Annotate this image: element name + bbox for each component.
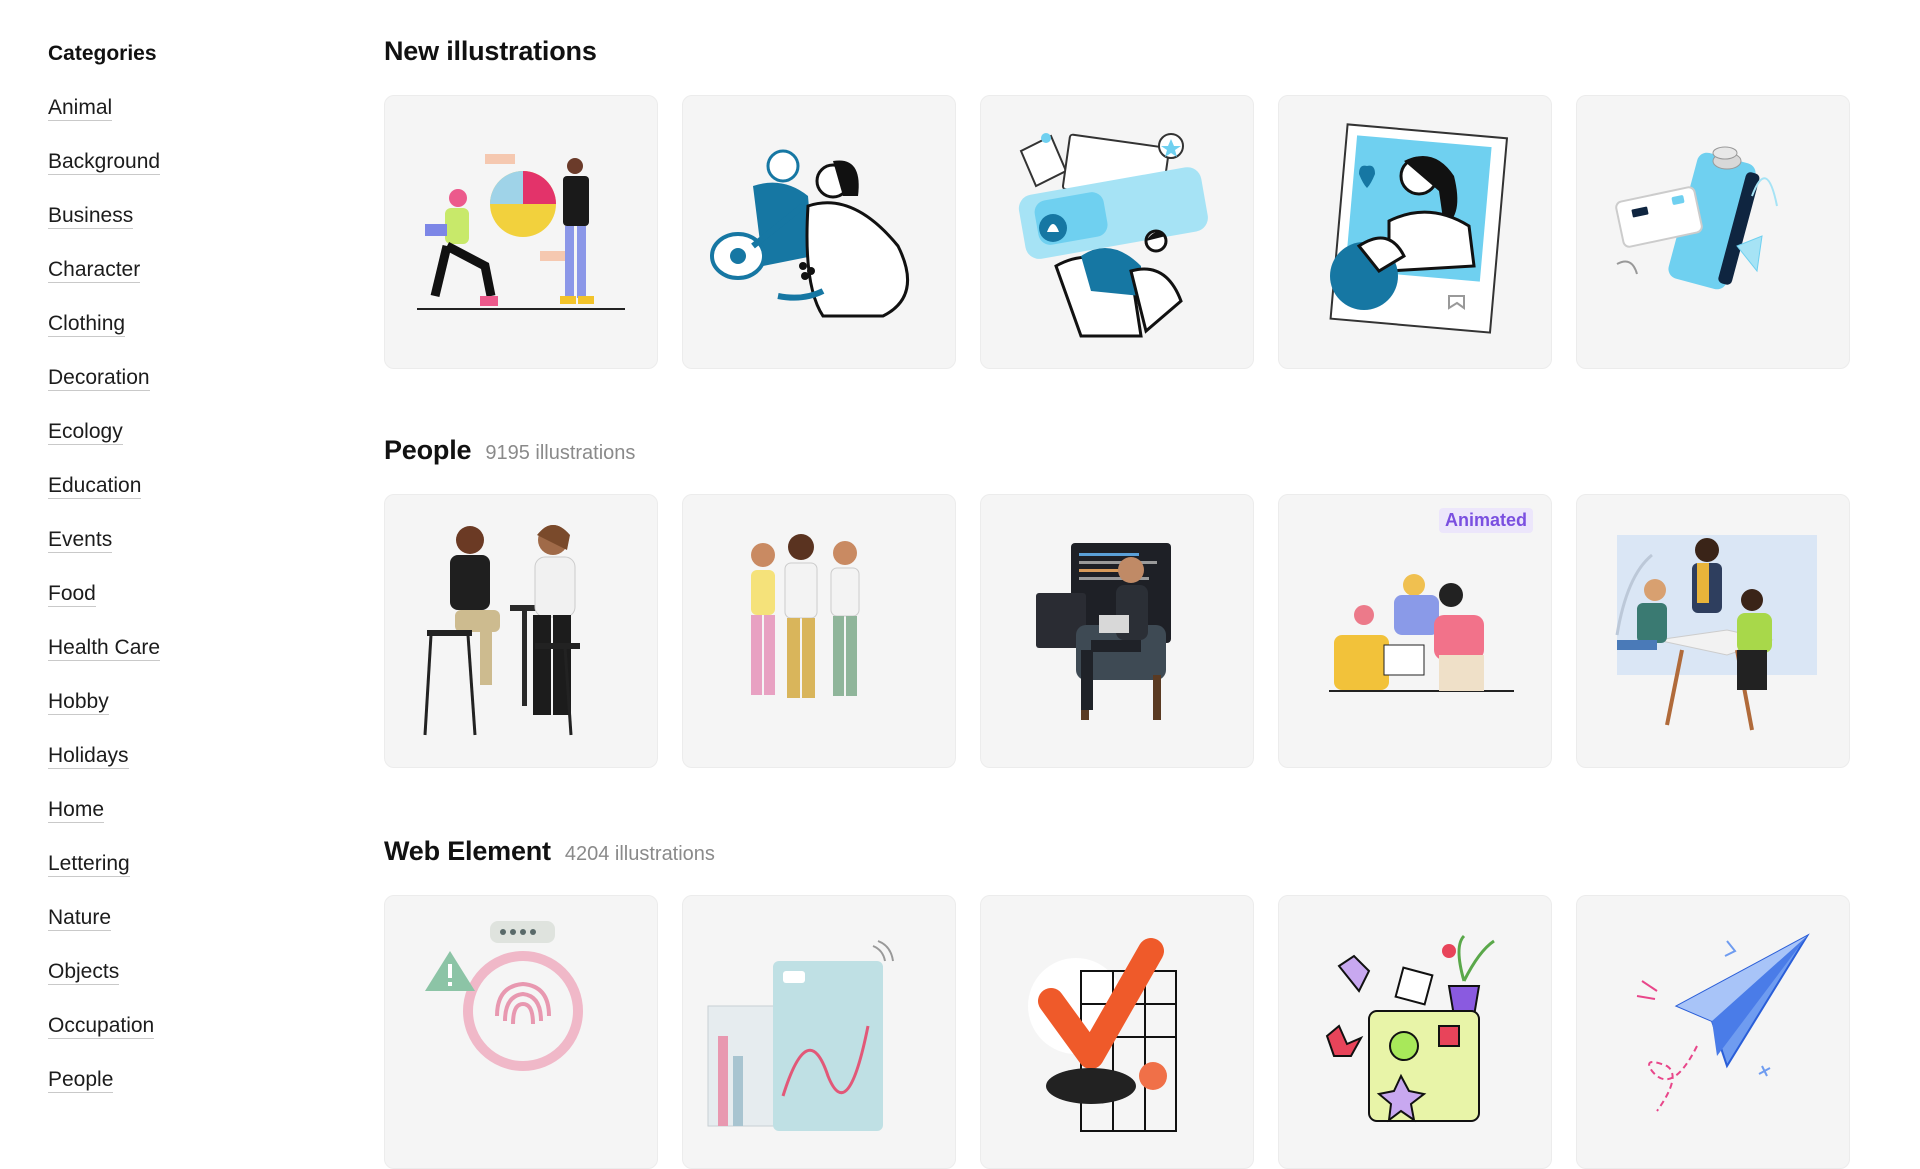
illustration-card[interactable] — [1576, 95, 1850, 369]
section-title[interactable]: People — [384, 435, 472, 466]
musicians-illustration — [710, 149, 910, 318]
sidebar-title: Categories — [48, 42, 157, 65]
category-link-events[interactable]: Events — [48, 528, 113, 553]
analytics-chart-illustration — [707, 940, 894, 1131]
photo-frame-illustration — [1329, 123, 1509, 334]
category-link-people[interactable]: People — [48, 1068, 114, 1093]
animated-badge: Animated — [1438, 508, 1533, 533]
team-meeting-animated-illustration — [1329, 574, 1514, 692]
section-header: Web Element 4204 illustrations — [384, 836, 715, 867]
calendar-notification-illustration — [1018, 133, 1208, 338]
category-list: Animal Background Business Character Clo… — [48, 96, 161, 1122]
illustration-card[interactable] — [1278, 895, 1552, 1169]
category-link-home[interactable]: Home — [48, 798, 105, 823]
category-link-background[interactable]: Background — [48, 150, 161, 175]
section-count: 4204 illustrations — [564, 843, 715, 865]
category-link-health-care[interactable]: Health Care — [48, 636, 161, 661]
illustration-card[interactable] — [682, 494, 956, 768]
fingerprint-security-illustration — [425, 921, 583, 1071]
category-link-objects[interactable]: Objects — [48, 960, 120, 985]
illustration-grid: Animated — [384, 494, 1850, 768]
illustration-card[interactable] — [980, 95, 1254, 369]
checkmark-3d-illustration — [1028, 938, 1177, 1132]
category-link-decoration[interactable]: Decoration — [48, 366, 150, 391]
section-header: People 9195 illustrations — [384, 435, 635, 466]
illustration-card[interactable] — [1278, 95, 1552, 369]
illustration-card[interactable] — [682, 895, 956, 1169]
illustration-grid — [384, 95, 1850, 369]
category-link-hobby[interactable]: Hobby — [48, 690, 109, 715]
category-link-occupation[interactable]: Occupation — [48, 1014, 155, 1039]
developer-laptop-illustration — [1036, 543, 1171, 720]
business-chart-illustration — [417, 154, 625, 310]
illustration-card[interactable]: Animated — [1278, 494, 1552, 768]
illustration-card[interactable] — [384, 895, 658, 1169]
category-link-business[interactable]: Business — [48, 204, 134, 229]
category-link-clothing[interactable]: Clothing — [48, 312, 126, 337]
illustration-grid — [384, 895, 1850, 1169]
creative-stickers-illustration — [1325, 934, 1495, 1123]
payment-card-phone-illustration — [1615, 146, 1778, 290]
category-link-lettering[interactable]: Lettering — [48, 852, 130, 877]
category-link-nature[interactable]: Nature — [48, 906, 112, 931]
section-title[interactable]: Web Element — [384, 836, 551, 867]
section-title[interactable]: New illustrations — [384, 36, 597, 67]
illustration-card[interactable] — [1576, 494, 1850, 768]
paper-plane-illustration — [1636, 933, 1810, 1112]
category-link-ecology[interactable]: Ecology — [48, 420, 123, 445]
category-link-character[interactable]: Character — [48, 258, 141, 283]
illustration-card[interactable] — [384, 95, 658, 369]
illustration-card[interactable] — [980, 494, 1254, 768]
friends-group-illustration — [751, 534, 860, 698]
category-link-food[interactable]: Food — [48, 582, 96, 607]
category-link-animal[interactable]: Animal — [48, 96, 113, 121]
illustration-card[interactable] — [682, 95, 956, 369]
section-count: 9195 illustrations — [485, 442, 636, 464]
illustration-card[interactable] — [980, 895, 1254, 1169]
category-link-education[interactable]: Education — [48, 474, 142, 499]
section-header: New illustrations — [384, 36, 597, 67]
illustration-card[interactable] — [384, 494, 658, 768]
category-link-holidays[interactable]: Holidays — [48, 744, 129, 769]
office-team-illustration — [1615, 535, 1817, 731]
illustration-card[interactable] — [1576, 895, 1850, 1169]
cafe-conversation-illustration — [423, 525, 580, 736]
